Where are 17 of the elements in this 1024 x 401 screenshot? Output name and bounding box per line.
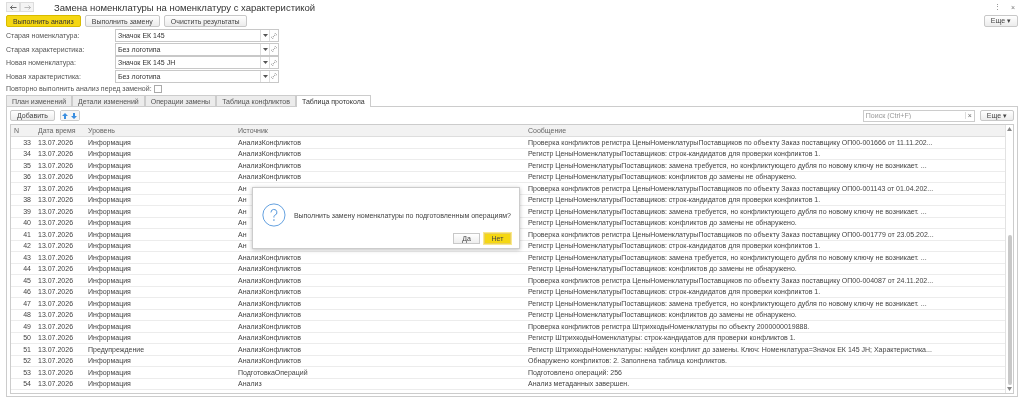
scroll-down-icon[interactable] — [1007, 387, 1012, 391]
scrollbar[interactable] — [1005, 125, 1013, 393]
move-down-button[interactable] — [69, 111, 79, 120]
down-arrow-icon — [71, 112, 78, 119]
scroll-up-icon[interactable] — [1007, 127, 1012, 131]
dropdown-icon[interactable] — [262, 74, 268, 78]
forward-arrow-icon — [23, 4, 31, 10]
move-up-button[interactable] — [60, 111, 70, 120]
window-title: Замена номенклатуры на номенклатуру с характеристикой — [54, 1, 316, 13]
back-arrow-icon — [9, 4, 17, 10]
question-icon — [262, 201, 286, 229]
dropdown-icon[interactable] — [262, 47, 268, 51]
dropdown-icon[interactable] — [262, 61, 268, 65]
dropdown-icon[interactable] — [262, 34, 268, 38]
checkbox[interactable] — [153, 84, 162, 93]
back-button[interactable] — [6, 2, 20, 12]
up-arrow-icon — [62, 112, 69, 119]
